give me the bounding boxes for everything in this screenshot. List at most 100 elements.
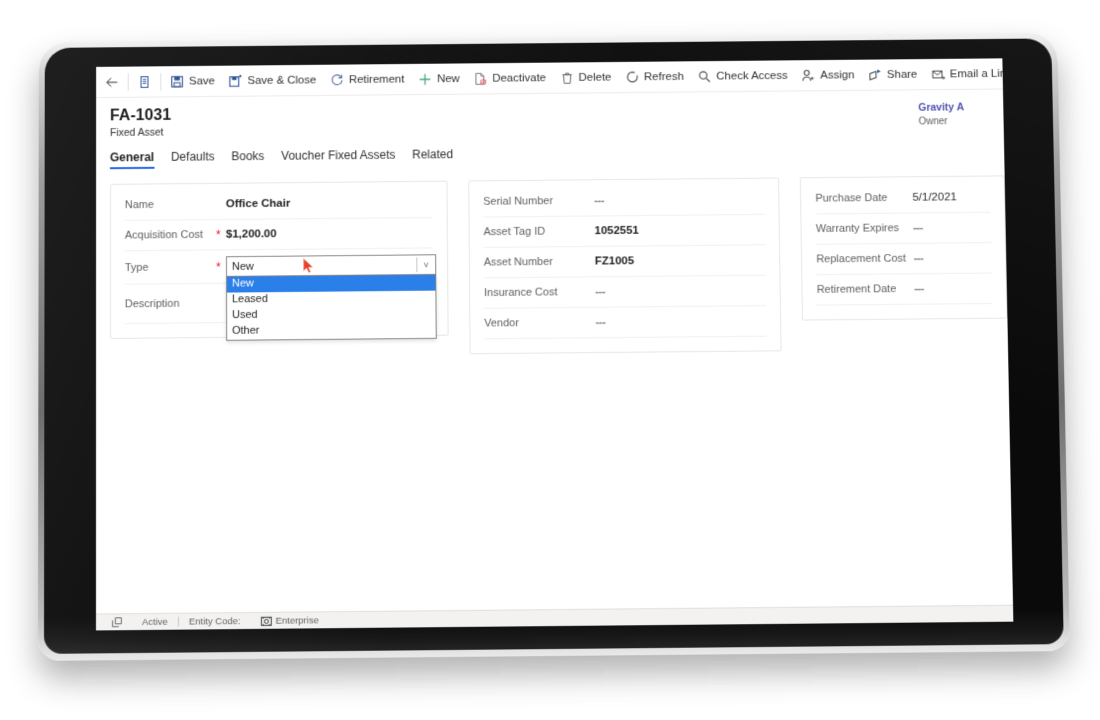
field-vendor: Vendor --- [484, 306, 767, 340]
command-divider [127, 72, 129, 91]
app-screen: Save Save & Close Retirement New Deactiv… [95, 58, 1014, 631]
command-label: Save & Close [247, 74, 317, 87]
field-replacement-cost: Replacement Cost --- [816, 243, 992, 276]
tab-related[interactable]: Related [412, 147, 453, 166]
type-dropdown-list: New Leased Used Other [226, 274, 437, 341]
form-section-right: Purchase Date 5/1/2021 Warranty Expires … [800, 175, 1008, 321]
share-icon [868, 68, 882, 82]
field-type: Type * New ˅ New Leased Used Other [124, 248, 437, 341]
dropdown-option-other[interactable]: Other [227, 322, 436, 340]
command-label: Check Access [716, 69, 788, 82]
tab-books[interactable]: Books [231, 149, 264, 168]
field-insurance-cost: Insurance Cost --- [483, 275, 767, 309]
field-label: Description [124, 297, 180, 310]
tablet-device-frame: Save Save & Close Retirement New Deactiv… [37, 32, 1070, 661]
entity-code-value-group[interactable]: Enterprise [250, 615, 328, 627]
command-save-and-close[interactable]: Save & Close [222, 65, 324, 95]
field-value-insurance-cost[interactable]: --- [595, 285, 766, 298]
field-value-vendor[interactable]: --- [595, 315, 766, 329]
field-acquisition-cost: Acquisition Cost * $1,200.00 [124, 218, 434, 252]
command-label: Save [188, 75, 215, 87]
status-bar: Active Entity Code: Enterprise [95, 604, 1014, 631]
device-bezel: Save Save & Close Retirement New Deactiv… [43, 38, 1064, 654]
owner-label: Owner [918, 116, 948, 128]
command-label: New [436, 72, 460, 85]
command-email-a-link[interactable]: Email a Link [924, 59, 1013, 89]
chevron-down-icon[interactable]: ˅ [417, 260, 435, 270]
entity-code-label: Entity Code: [188, 615, 241, 628]
entity-code-icon [260, 615, 272, 626]
command-check-access[interactable]: Check Access [690, 61, 794, 91]
type-selected-value: New [231, 260, 254, 273]
field-value-asset-tag-id[interactable]: 1052551 [594, 224, 765, 237]
back-arrow-icon [105, 75, 119, 89]
type-combobox[interactable]: New ˅ [225, 254, 437, 277]
command-new[interactable]: New [411, 64, 467, 94]
field-label: Acquisition Cost [124, 229, 203, 242]
command-label: Retirement [348, 73, 405, 86]
required-marker: * [216, 298, 226, 308]
field-value-asset-number[interactable]: FZ1005 [595, 254, 766, 267]
command-form-selector[interactable] [131, 67, 159, 96]
command-label: Email a Link [949, 67, 1012, 80]
field-value-acquisition-cost[interactable]: $1,200.00 [226, 227, 433, 240]
command-back[interactable] [98, 67, 126, 96]
field-value-warranty-expires[interactable]: --- [913, 222, 991, 234]
tab-general[interactable]: General [110, 150, 154, 169]
save-and-close-icon [229, 74, 243, 88]
status-badge: Active [141, 616, 168, 628]
command-refresh[interactable]: Refresh [618, 62, 691, 92]
field-purchase-date: Purchase Date 5/1/2021 [815, 182, 991, 215]
field-label: Insurance Cost [483, 286, 558, 299]
magnifier-icon [698, 69, 712, 83]
field-label: Warranty Expires [815, 222, 900, 235]
record-header: FA-1031 Fixed Asset Gravity A Owner [96, 89, 1004, 139]
owner-name-link[interactable]: Gravity A [918, 101, 1013, 115]
field-label: Type [124, 261, 149, 274]
form-section-middle: Serial Number --- Asset Tag ID 1052551 A… [468, 177, 782, 355]
command-divider [160, 72, 162, 91]
field-label: Replacement Cost [816, 252, 907, 266]
form-body: Name * Office Chair Acquisition Cost * $… [96, 162, 1008, 358]
tab-voucher-fixed-assets[interactable]: Voucher Fixed Assets [281, 148, 395, 168]
command-label: Delete [578, 71, 612, 84]
field-value-retirement-date[interactable]: --- [914, 282, 992, 295]
field-label: Serial Number [483, 195, 553, 208]
deactivate-icon [474, 71, 488, 85]
required-marker: * [216, 199, 226, 209]
field-value-replacement-cost[interactable]: --- [913, 252, 991, 265]
command-deactivate[interactable]: Deactivate [467, 63, 554, 93]
command-label: Refresh [643, 70, 684, 83]
field-value-serial-number[interactable]: --- [594, 193, 765, 207]
form-list-icon [138, 75, 152, 89]
popout-icon[interactable] [102, 617, 132, 628]
field-value-name[interactable]: Office Chair [226, 196, 433, 210]
email-link-icon [931, 67, 945, 81]
type-combobox-wrapper: New ˅ New Leased Used Other [225, 254, 437, 341]
command-retirement[interactable]: Retirement [323, 64, 411, 94]
field-name: Name * Office Chair [124, 187, 433, 221]
field-warranty-expires: Warranty Expires --- [815, 212, 992, 245]
owner-field: Gravity A Owner [918, 101, 1013, 128]
tab-defaults[interactable]: Defaults [171, 150, 215, 169]
retirement-icon [330, 73, 344, 87]
command-share[interactable]: Share [861, 60, 924, 90]
field-label: Asset Tag ID [483, 225, 546, 239]
field-retirement-date: Retirement Date --- [816, 273, 993, 306]
field-asset-tag-id: Asset Tag ID 1052551 [483, 214, 766, 248]
form-section-left: Name * Office Chair Acquisition Cost * $… [109, 180, 449, 341]
field-label: Retirement Date [816, 283, 897, 296]
field-label: Asset Number [483, 256, 553, 269]
command-assign[interactable]: Assign [794, 60, 861, 90]
field-asset-number: Asset Number FZ1005 [483, 245, 766, 279]
field-label: Vendor [484, 317, 519, 330]
field-serial-number: Serial Number --- [483, 184, 766, 218]
entity-code-value: Enterprise [275, 614, 319, 627]
command-label: Assign [820, 68, 855, 81]
trash-icon [560, 71, 574, 85]
required-marker: * [216, 259, 221, 274]
field-label: Name [124, 199, 154, 212]
field-value-purchase-date[interactable]: 5/1/2021 [912, 191, 990, 203]
command-save[interactable]: Save [163, 66, 222, 96]
command-delete[interactable]: Delete [553, 62, 619, 92]
